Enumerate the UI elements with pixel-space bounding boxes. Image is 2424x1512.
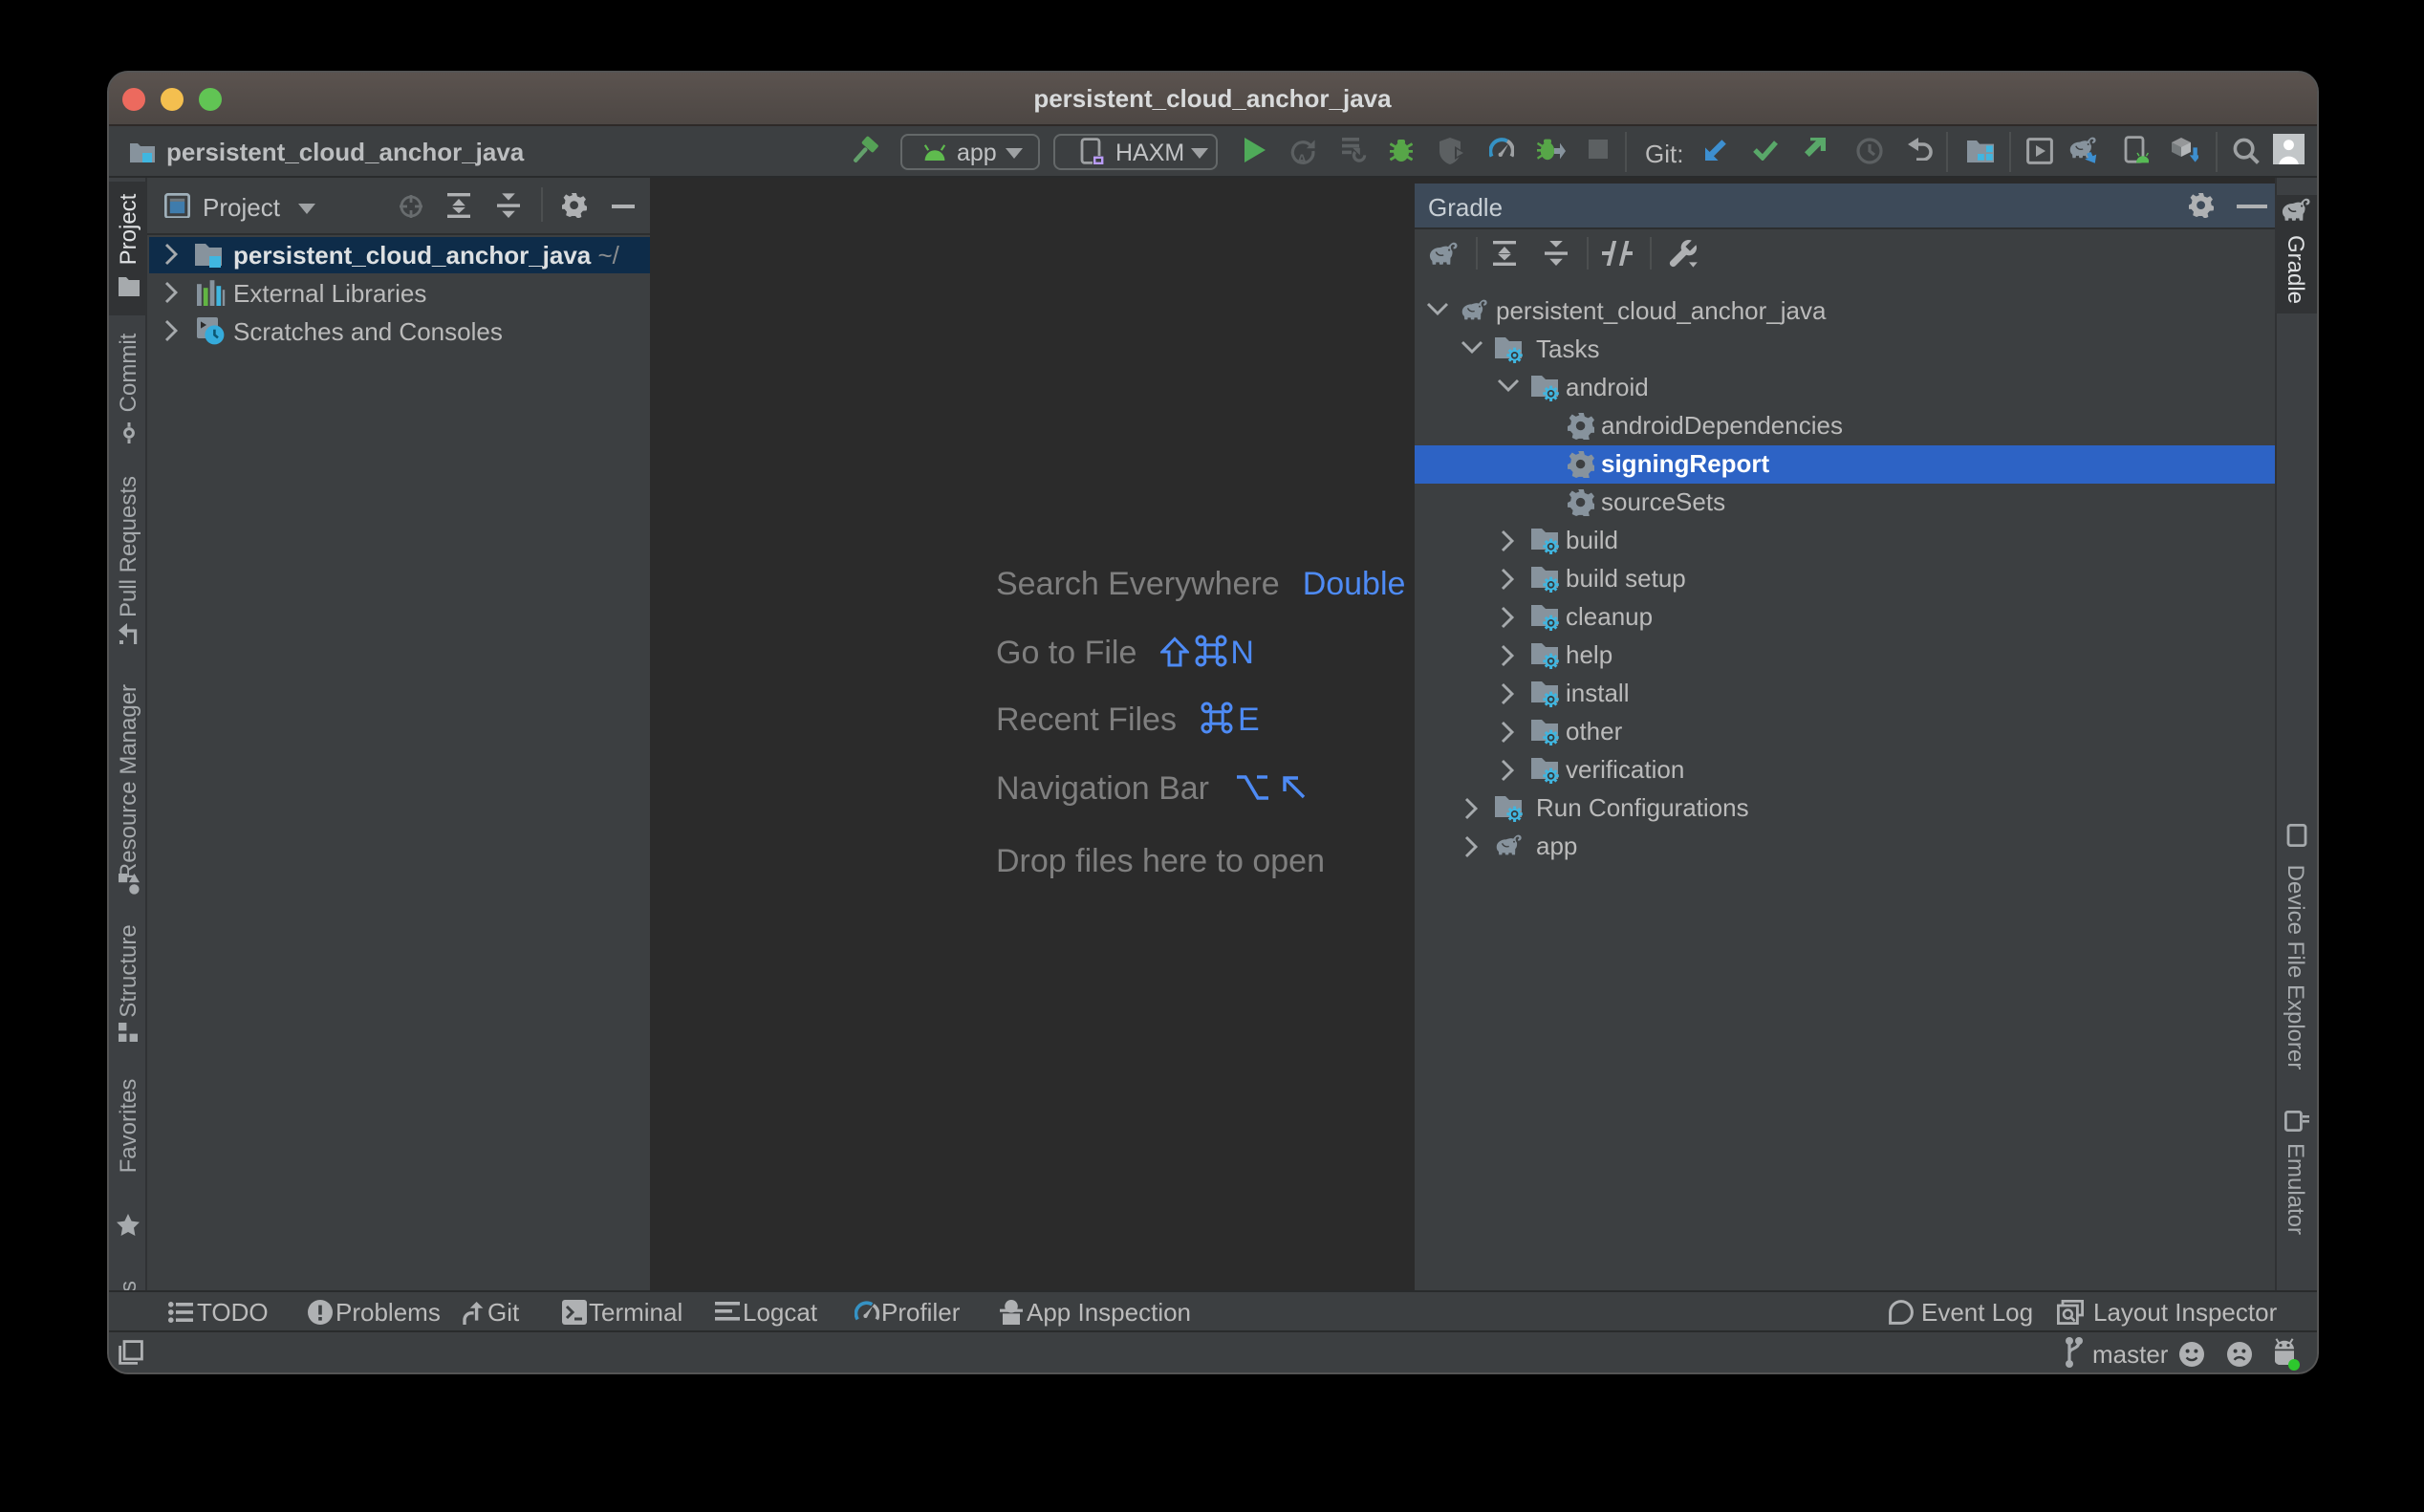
svg-text:A: A (1297, 150, 1307, 163)
